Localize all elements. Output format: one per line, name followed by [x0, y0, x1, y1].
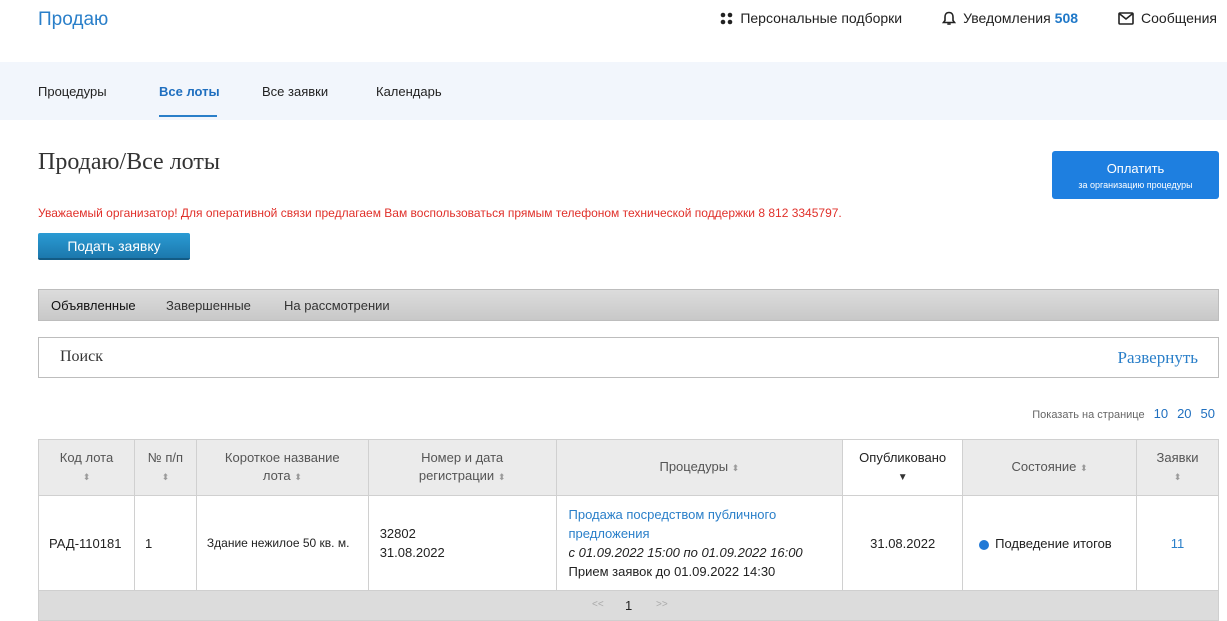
header-registration-l2: регистрации [418, 468, 495, 483]
table-header-row: Код лота ⬍ № п/п ⬍ Короткое название лот… [38, 439, 1219, 496]
cell-short-name: Здание нежилое 50 кв. м. [195, 495, 369, 591]
brand-link[interactable]: Продаю [38, 9, 108, 31]
messages-link[interactable]: Сообщения [1118, 10, 1217, 26]
bell-icon [942, 11, 957, 26]
procedure-period: с 01.09.2022 15:00 по 01.09.2022 16:00 [568, 545, 803, 560]
status-label: Подведение итогов [995, 535, 1112, 551]
header-published-label: Опубликовано [859, 449, 947, 465]
submit-application-button[interactable]: Подать заявку [38, 233, 190, 260]
header-procedures-label: Процедуры [659, 459, 729, 474]
column-header-short-name[interactable]: Короткое название лота ⬍ [195, 439, 369, 496]
column-header-procedures[interactable]: Процедуры ⬍ [555, 439, 844, 496]
pay-for-procedure-button[interactable]: Оплатить за организацию процедуры [1052, 151, 1219, 199]
sort-icon: ⬍ [731, 463, 740, 473]
lots-table: Код лота ⬍ № п/п ⬍ Короткое название лот… [38, 439, 1219, 591]
sort-icon: ⬍ [1080, 463, 1088, 473]
per-page-selector: Показать на странице 10 20 50 [1032, 406, 1215, 421]
per-page-option-10[interactable]: 10 [1154, 406, 1168, 421]
column-header-registration[interactable]: Номер и дата регистрации ⬍ [367, 439, 557, 496]
status-filter-tabs: Объявленные Завершенные На рассмотрении [38, 289, 1219, 321]
personal-selections-label: Персональные подборки [740, 10, 903, 26]
pay-button-sublabel: за организацию процедуры [1078, 180, 1193, 190]
sort-icon: ⬍ [161, 472, 170, 482]
header-state-label: Состояние [1011, 459, 1077, 474]
per-page-label: Показать на странице [1032, 409, 1145, 421]
notifications-label: Уведомления [963, 10, 1051, 26]
application-deadline: Прием заявок до 01.09.2022 14:30 [568, 564, 776, 579]
header-applications-label: Заявки [1156, 450, 1199, 465]
top-actions: Персональные подборки Уведомления 508 Со… [680, 10, 1217, 26]
column-header-lot-code[interactable]: Код лота ⬍ [38, 439, 135, 496]
cell-published: 31.08.2022 [842, 495, 964, 591]
cell-registration: 32802 31.08.2022 [367, 495, 557, 591]
status-dot-icon [979, 539, 990, 550]
main-nav: Процедуры Все лоты Все заявки Календарь [0, 62, 1227, 120]
header-short-name-l2: лота [262, 468, 291, 483]
cell-state: Подведение итогов [962, 495, 1137, 591]
header-registration-l1: Номер и дата [421, 450, 504, 465]
header-short-name-l1: Короткое название [224, 450, 340, 465]
applications-count-link[interactable]: 11 [1171, 536, 1185, 551]
column-header-published[interactable]: Опубликовано ▼ [842, 439, 964, 496]
cell-applications: 11 [1136, 495, 1219, 591]
cell-lot-code: РАД-110181 [38, 495, 135, 591]
sort-descending-icon: ▼ [897, 471, 908, 483]
top-bar: Продаю Персональные подборки Уведомления… [0, 0, 1227, 62]
column-header-number[interactable]: № п/п ⬍ [133, 439, 197, 496]
search-panel: Поиск Развернуть [38, 337, 1219, 378]
registration-date: 31.08.2022 [379, 545, 445, 560]
pager-next-button[interactable]: >> [656, 599, 668, 610]
procedure-link-l1: Продажа посредством публичного [568, 507, 777, 522]
search-title: Поиск [60, 348, 103, 365]
header-lot-code-label: Код лота [59, 450, 114, 465]
pager-current-page[interactable]: 1 [625, 598, 632, 613]
grid-dots-icon [720, 12, 733, 25]
support-notice: Уважаемый организатор! Для оперативной с… [38, 206, 842, 220]
notifications-link[interactable]: Уведомления 508 [942, 10, 1078, 26]
pager-prev-button[interactable]: << [592, 599, 604, 610]
envelope-icon [1118, 11, 1134, 25]
active-tab-underline [159, 115, 217, 117]
table-row[interactable]: РАД-110181 1 Здание нежилое 50 кв. м. 32… [38, 495, 1219, 591]
messages-label: Сообщения [1141, 10, 1217, 26]
filter-tab-announced[interactable]: Объявленные [51, 298, 136, 313]
sort-icon: ⬍ [82, 472, 91, 482]
header-number-label: № п/п [147, 450, 184, 465]
registration-number: 32802 [379, 526, 416, 541]
sort-icon: ⬍ [1173, 472, 1182, 482]
per-page-option-50[interactable]: 50 [1201, 406, 1215, 421]
page-title: Продаю/Все лоты [38, 149, 220, 175]
column-header-state[interactable]: Состояние ⬍ [962, 439, 1137, 496]
tab-all-applications[interactable]: Все заявки [262, 84, 328, 99]
sort-icon: ⬍ [294, 472, 302, 482]
procedure-link-l2: предложения [568, 526, 650, 541]
cell-procedures: Продажа посредством публичного предложени… [555, 495, 844, 591]
tab-all-lots[interactable]: Все лоты [159, 84, 220, 99]
per-page-option-20[interactable]: 20 [1177, 406, 1191, 421]
tab-calendar[interactable]: Календарь [376, 84, 442, 99]
notifications-count-badge: 508 [1054, 10, 1079, 26]
tab-procedures[interactable]: Процедуры [38, 84, 107, 99]
pay-button-label: Оплатить [1106, 161, 1165, 176]
sort-icon: ⬍ [497, 472, 506, 482]
procedure-link[interactable]: Продажа посредством публичного предложени… [569, 507, 777, 541]
personal-selections-link[interactable]: Персональные подборки [720, 10, 902, 26]
column-header-applications[interactable]: Заявки ⬍ [1136, 439, 1219, 496]
cell-number: 1 [133, 495, 197, 591]
filter-tab-under-review[interactable]: На рассмотрении [284, 298, 390, 313]
filter-tab-completed[interactable]: Завершенные [166, 298, 251, 313]
expand-search-link[interactable]: Развернуть [1118, 348, 1198, 368]
pagination: << 1 >> [38, 590, 1219, 621]
